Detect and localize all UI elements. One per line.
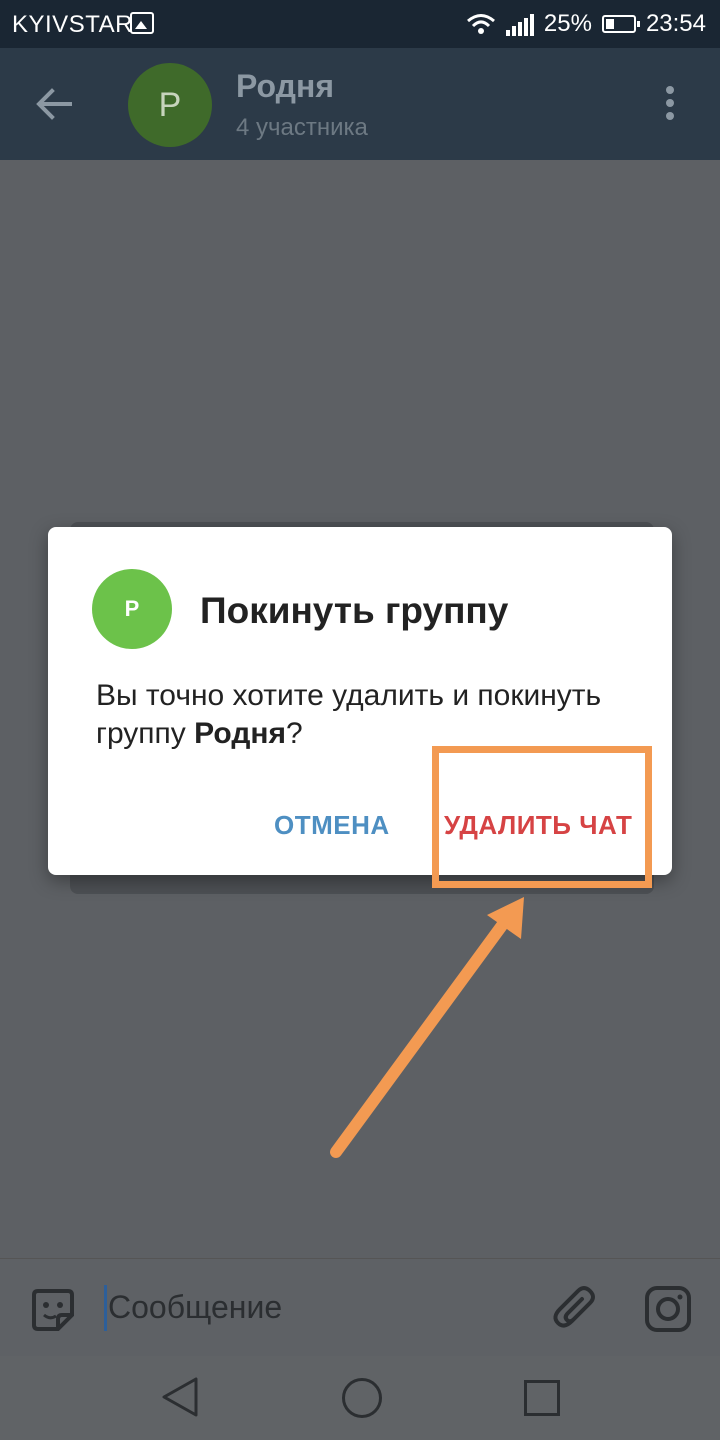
dialog-group-avatar: Р bbox=[92, 569, 172, 649]
camera-icon[interactable] bbox=[644, 1285, 692, 1333]
cancel-button[interactable]: ОТМЕНА bbox=[274, 810, 390, 841]
system-navigation-bar bbox=[0, 1356, 720, 1440]
nav-recents-icon[interactable] bbox=[524, 1380, 560, 1416]
back-arrow-icon[interactable] bbox=[34, 84, 74, 124]
message-input-bar: Сообщение bbox=[0, 1258, 720, 1357]
chat-title[interactable]: Родня bbox=[236, 68, 334, 105]
signal-icon bbox=[505, 12, 534, 36]
attach-icon[interactable] bbox=[552, 1285, 600, 1333]
dialog-title: Покинуть группу bbox=[200, 590, 509, 631]
dialog-message: Вы точно хотите удалить и покинуть групп… bbox=[96, 677, 636, 753]
clock: 23:54 bbox=[645, 10, 706, 37]
sticker-icon[interactable] bbox=[30, 1287, 76, 1333]
wifi-icon bbox=[466, 14, 495, 34]
image-notification-icon bbox=[130, 12, 154, 34]
battery-icon bbox=[601, 15, 640, 33]
status-bar: KYIVSTAR 25% 23:54 bbox=[0, 0, 720, 48]
dialog-message-end: ? bbox=[286, 717, 303, 750]
annotation-highlight-box bbox=[432, 746, 652, 888]
dialog-group-name: Родня bbox=[194, 717, 286, 750]
more-menu-icon[interactable] bbox=[664, 86, 676, 124]
battery-percent: 25% bbox=[543, 10, 592, 37]
text-caret bbox=[104, 1285, 107, 1331]
member-count: 4 участника bbox=[236, 114, 368, 141]
dialog-message-text: Вы точно хотите удалить и покинуть групп… bbox=[96, 679, 602, 750]
chat-header: Р Родня 4 участника bbox=[0, 48, 720, 160]
nav-home-icon[interactable] bbox=[342, 1378, 382, 1418]
group-avatar[interactable]: Р bbox=[128, 63, 212, 147]
carrier-name: KYIVSTAR bbox=[12, 11, 133, 38]
nav-back-icon[interactable] bbox=[160, 1376, 200, 1418]
message-input[interactable]: Сообщение bbox=[108, 1289, 282, 1326]
